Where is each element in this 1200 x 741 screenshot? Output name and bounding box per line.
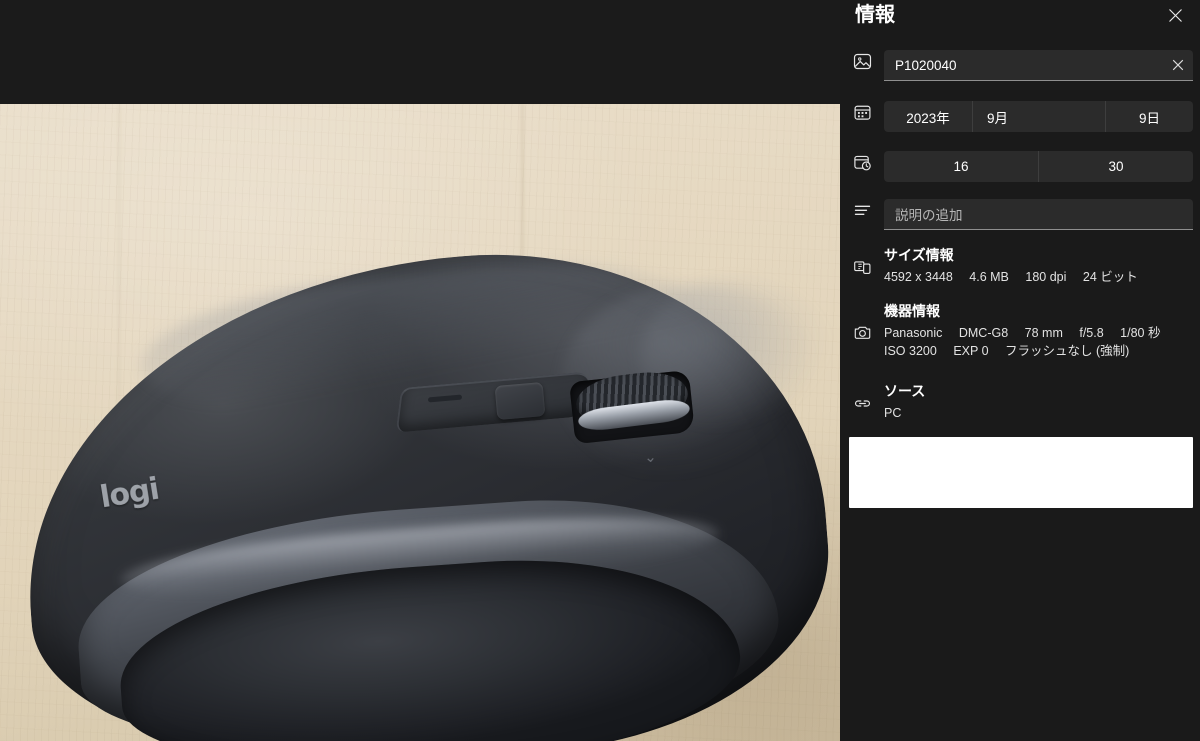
close-icon (1168, 8, 1182, 22)
calendar-icon (840, 101, 884, 122)
info-panel: 情報 P1020040 2023年 9月 9日 16 30 説明の追加 サイズ情… (840, 0, 1200, 741)
shutter-speed: 1/80 秒 (1120, 326, 1161, 340)
time-hour-select[interactable]: 16 (884, 151, 1038, 182)
time-segmented-control: 16 30 (884, 151, 1193, 182)
flash-status: フラッシュなし (強制) (1005, 344, 1130, 358)
size-info-section: サイズ情報 4592 x 3448 4.6 MB 180 dpi 24 ビット (840, 246, 1200, 286)
size-dimensions: 4592 x 3448 (884, 270, 953, 284)
time-row: 16 30 (840, 151, 1200, 182)
page-title: 情報 (855, 4, 895, 26)
camera-icon (840, 302, 884, 360)
description-input[interactable]: 説明の追加 (884, 204, 1193, 224)
mouse-chevron-marking: ⌄ (643, 448, 658, 467)
description-lines-icon (840, 199, 884, 220)
time-minute-select[interactable]: 30 (1038, 151, 1193, 182)
letterbox-bar-top (0, 0, 840, 104)
calendar-clock-icon (840, 151, 884, 172)
mouse-mode-button (494, 381, 546, 421)
focal-length: 78 mm (1024, 326, 1063, 340)
source-section: ソース PC (840, 382, 1200, 422)
date-segmented-control: 2023年 9月 9日 (884, 101, 1193, 132)
aperture: f/5.8 (1079, 326, 1104, 340)
filename-input[interactable]: P1020040 (884, 58, 1163, 73)
date-year-select[interactable]: 2023年 (884, 101, 972, 132)
link-icon (840, 382, 884, 422)
device-info-line-2: ISO 3200 EXP 0 フラッシュなし (強制) (884, 342, 1190, 360)
filename-row: P1020040 (840, 50, 1200, 81)
close-icon (1172, 59, 1184, 71)
date-month-select[interactable]: 9月 (972, 101, 1105, 132)
size-dpi: 180 dpi (1025, 270, 1067, 284)
date-row: 2023年 9月 9日 (840, 101, 1200, 132)
map-placeholder[interactable] (849, 437, 1193, 508)
iso-value: ISO 3200 (884, 344, 937, 358)
size-info-icon (840, 246, 884, 286)
exposure-compensation: EXP 0 (953, 344, 989, 358)
date-day-select[interactable]: 9日 (1105, 101, 1193, 132)
size-filesize: 4.6 MB (969, 270, 1009, 284)
size-bitdepth: 24 ビット (1082, 270, 1138, 284)
source-value: PC (884, 406, 902, 420)
photo-viewer[interactable]: logi ⌄ (0, 0, 840, 741)
info-panel-header: 情報 (840, 0, 1200, 40)
photos-app-window: logi ⌄ 情報 P1020040 2023年 9月 9日 16 30 説明の… (0, 0, 1200, 741)
filename-field[interactable]: P1020040 (884, 50, 1193, 81)
description-field[interactable]: 説明の追加 (884, 199, 1193, 230)
close-panel-button[interactable] (1158, 0, 1192, 30)
size-info-values: 4592 x 3448 4.6 MB 180 dpi 24 ビット (884, 268, 1190, 286)
description-row: 説明の追加 (840, 199, 1200, 230)
device-info-title: 機器情報 (884, 303, 940, 319)
size-info-title: サイズ情報 (884, 247, 954, 263)
device-info-section: 機器情報 Panasonic DMC-G8 78 mm f/5.8 1/80 秒… (840, 302, 1200, 360)
camera-make: Panasonic (884, 326, 943, 340)
device-info-line-1: Panasonic DMC-G8 78 mm f/5.8 1/80 秒 (884, 324, 1190, 342)
camera-model: DMC-G8 (958, 326, 1009, 340)
photo-image[interactable]: logi ⌄ (0, 104, 840, 741)
image-icon (840, 50, 884, 71)
source-title: ソース (884, 383, 926, 399)
clear-filename-button[interactable] (1163, 51, 1193, 80)
